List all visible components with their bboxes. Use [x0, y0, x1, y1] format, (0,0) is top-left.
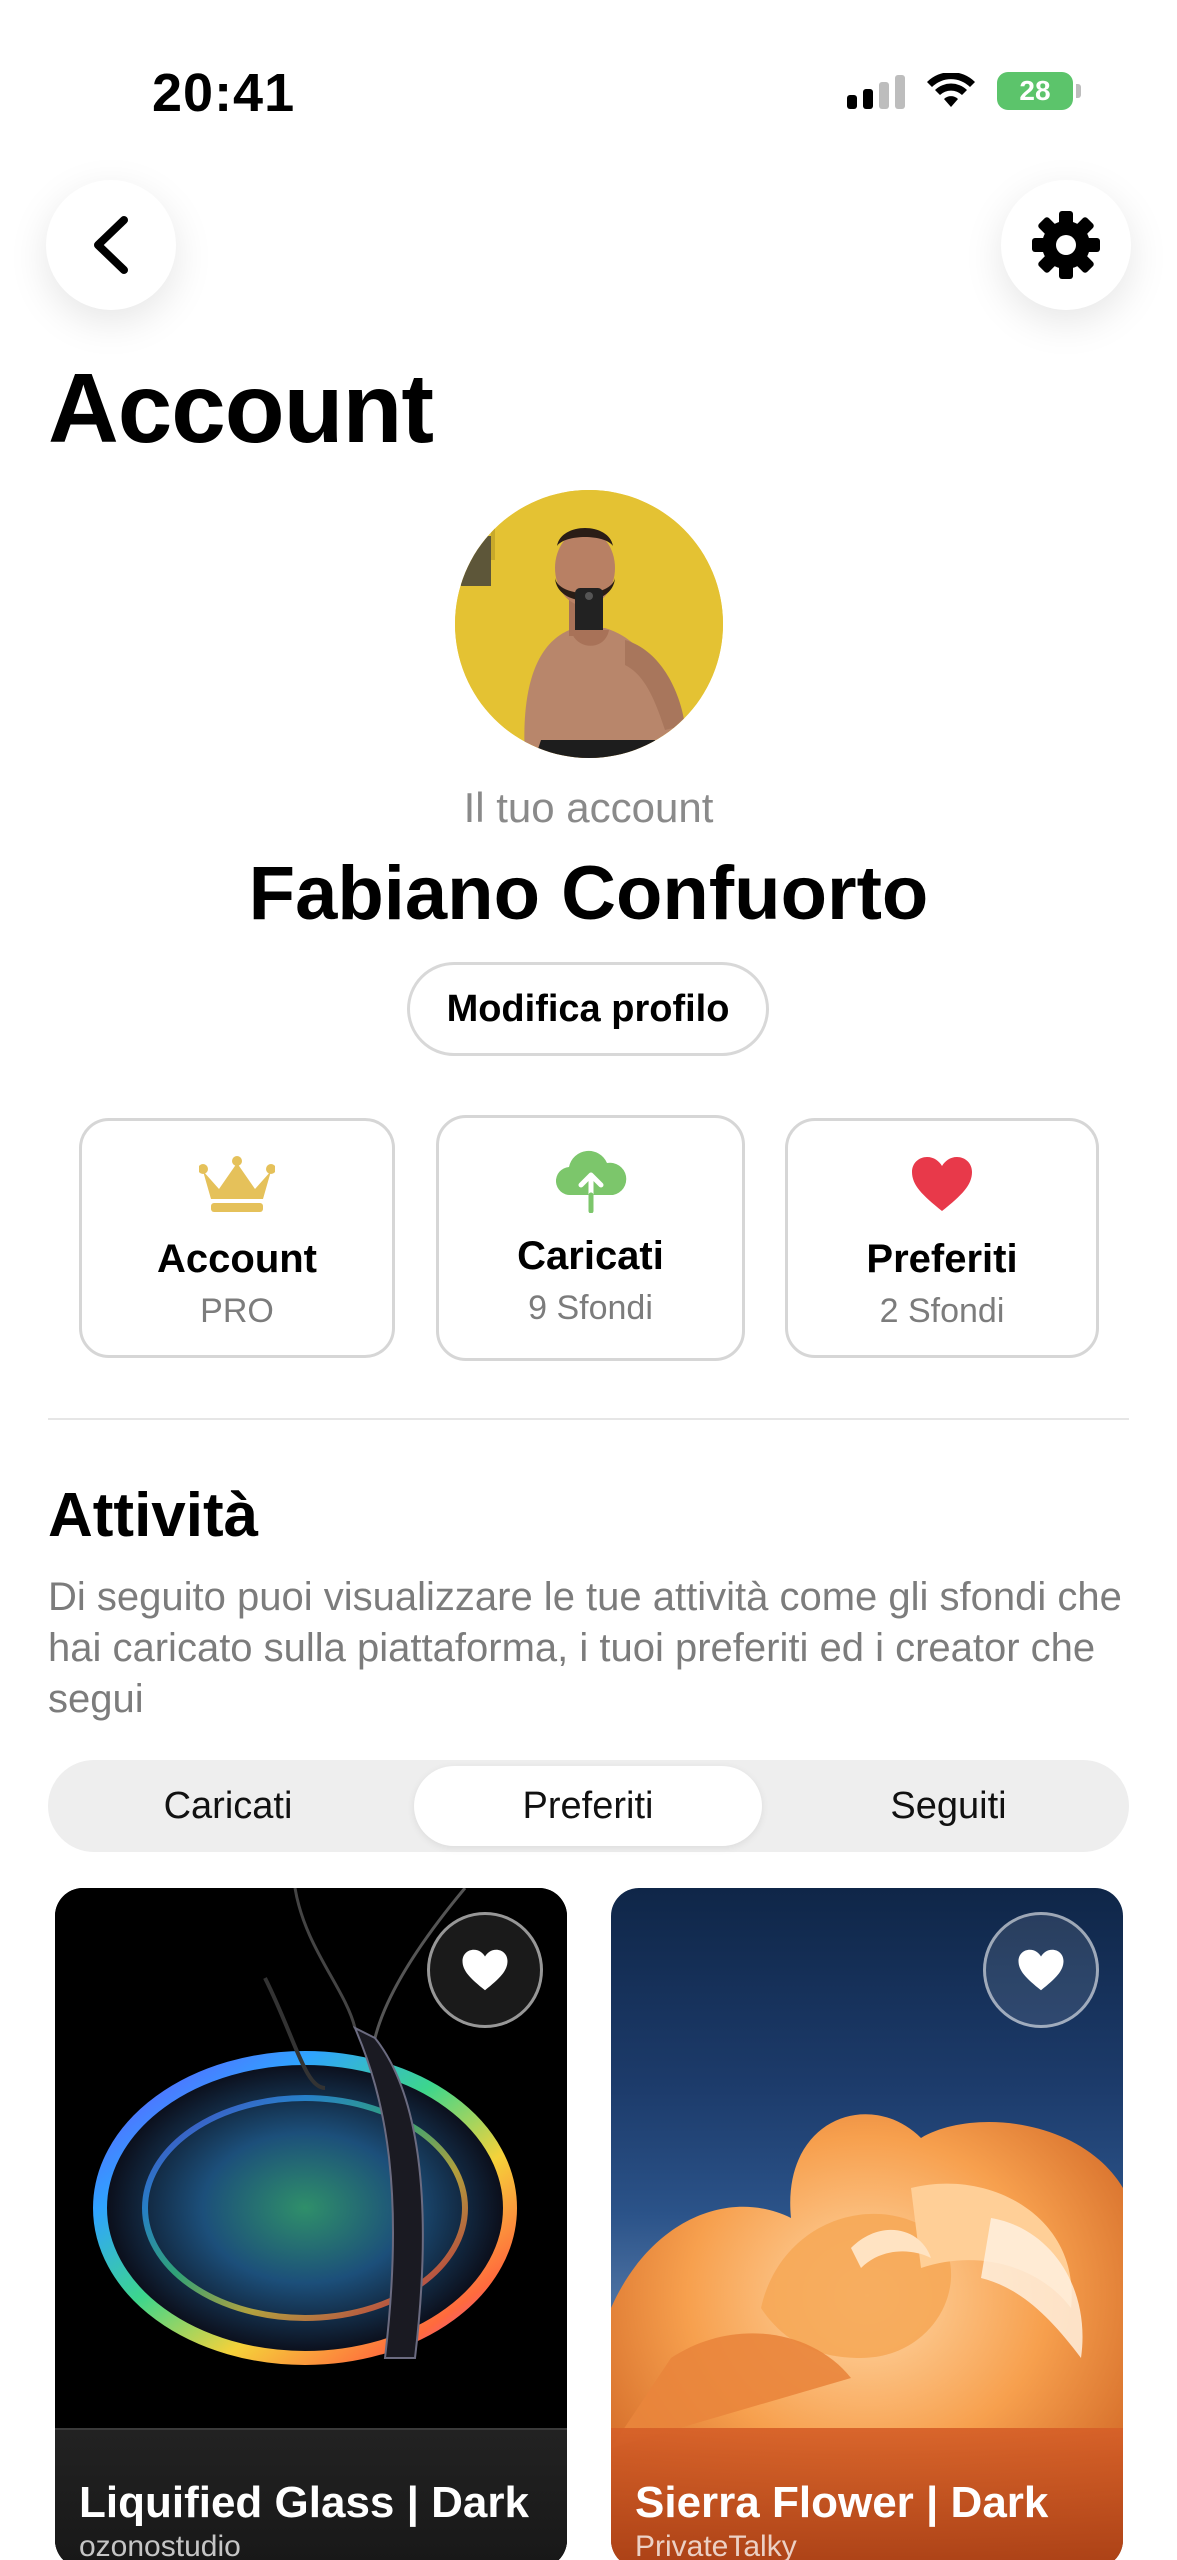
- wifi-icon: [927, 73, 975, 107]
- tab-caricati[interactable]: Caricati: [48, 1760, 408, 1852]
- crown-icon: [199, 1151, 275, 1217]
- battery-level: 28: [1019, 75, 1051, 106]
- stat-card-uploaded[interactable]: Caricati 9 Sfondi: [436, 1115, 745, 1361]
- wallpaper-title: Liquified Glass | Dark: [79, 2478, 529, 2527]
- heart-icon: [1018, 1949, 1064, 1991]
- tab-seguiti[interactable]: Seguiti: [768, 1760, 1129, 1852]
- activity-description: Di seguito puoi visualizzare le tue atti…: [48, 1575, 1122, 1721]
- cloud-upload-icon: [553, 1148, 629, 1214]
- status-icons: 28: [847, 72, 1081, 110]
- stat-subtitle: 2 Sfondi: [879, 1292, 1005, 1330]
- favorite-button[interactable]: [427, 1912, 543, 2028]
- battery-icon: 28: [997, 72, 1081, 110]
- activity-segmented-control: Caricati Preferiti Seguiti: [48, 1760, 1129, 1852]
- heart-icon: [910, 1151, 974, 1217]
- back-button[interactable]: [46, 180, 176, 310]
- wallpaper-author[interactable]: PrivateTalky: [635, 2530, 797, 2560]
- status-time: 20:41: [152, 63, 296, 123]
- wallpaper-author[interactable]: ozonostudio: [79, 2530, 241, 2560]
- wallpaper-card[interactable]: [611, 1888, 1123, 2560]
- edit-profile-button[interactable]: Modifica profilo: [407, 962, 769, 1056]
- avatar: [455, 490, 723, 758]
- stat-subtitle: PRO: [200, 1292, 274, 1330]
- account-name: Fabiano Confuorto: [248, 851, 929, 936]
- settings-button[interactable]: [1001, 180, 1131, 310]
- stat-title: Caricati: [517, 1234, 664, 1278]
- stat-card-account[interactable]: Account PRO: [79, 1118, 395, 1358]
- heart-icon: [462, 1949, 508, 1991]
- activity-title: Attività: [48, 1481, 259, 1550]
- wallpaper-title: Sierra Flower | Dark: [635, 2478, 1049, 2527]
- tab-preferiti[interactable]: Preferiti: [414, 1766, 762, 1846]
- gear-icon: [1032, 211, 1100, 279]
- account-caption: Il tuo account: [463, 784, 714, 831]
- stat-card-favorites[interactable]: Preferiti 2 Sfondi: [785, 1118, 1099, 1358]
- favorite-button[interactable]: [983, 1912, 1099, 2028]
- wallpaper-card[interactable]: [55, 1888, 567, 2560]
- stat-title: Account: [157, 1237, 317, 1281]
- chevron-left-icon: [94, 216, 128, 274]
- cellular-signal-icon: [847, 73, 905, 109]
- stat-title: Preferiti: [866, 1237, 1018, 1281]
- page-title: Account: [48, 353, 434, 463]
- divider: [48, 1418, 1129, 1420]
- status-bar: 20:41 28: [0, 0, 1177, 190]
- stat-subtitle: 9 Sfondi: [528, 1289, 653, 1327]
